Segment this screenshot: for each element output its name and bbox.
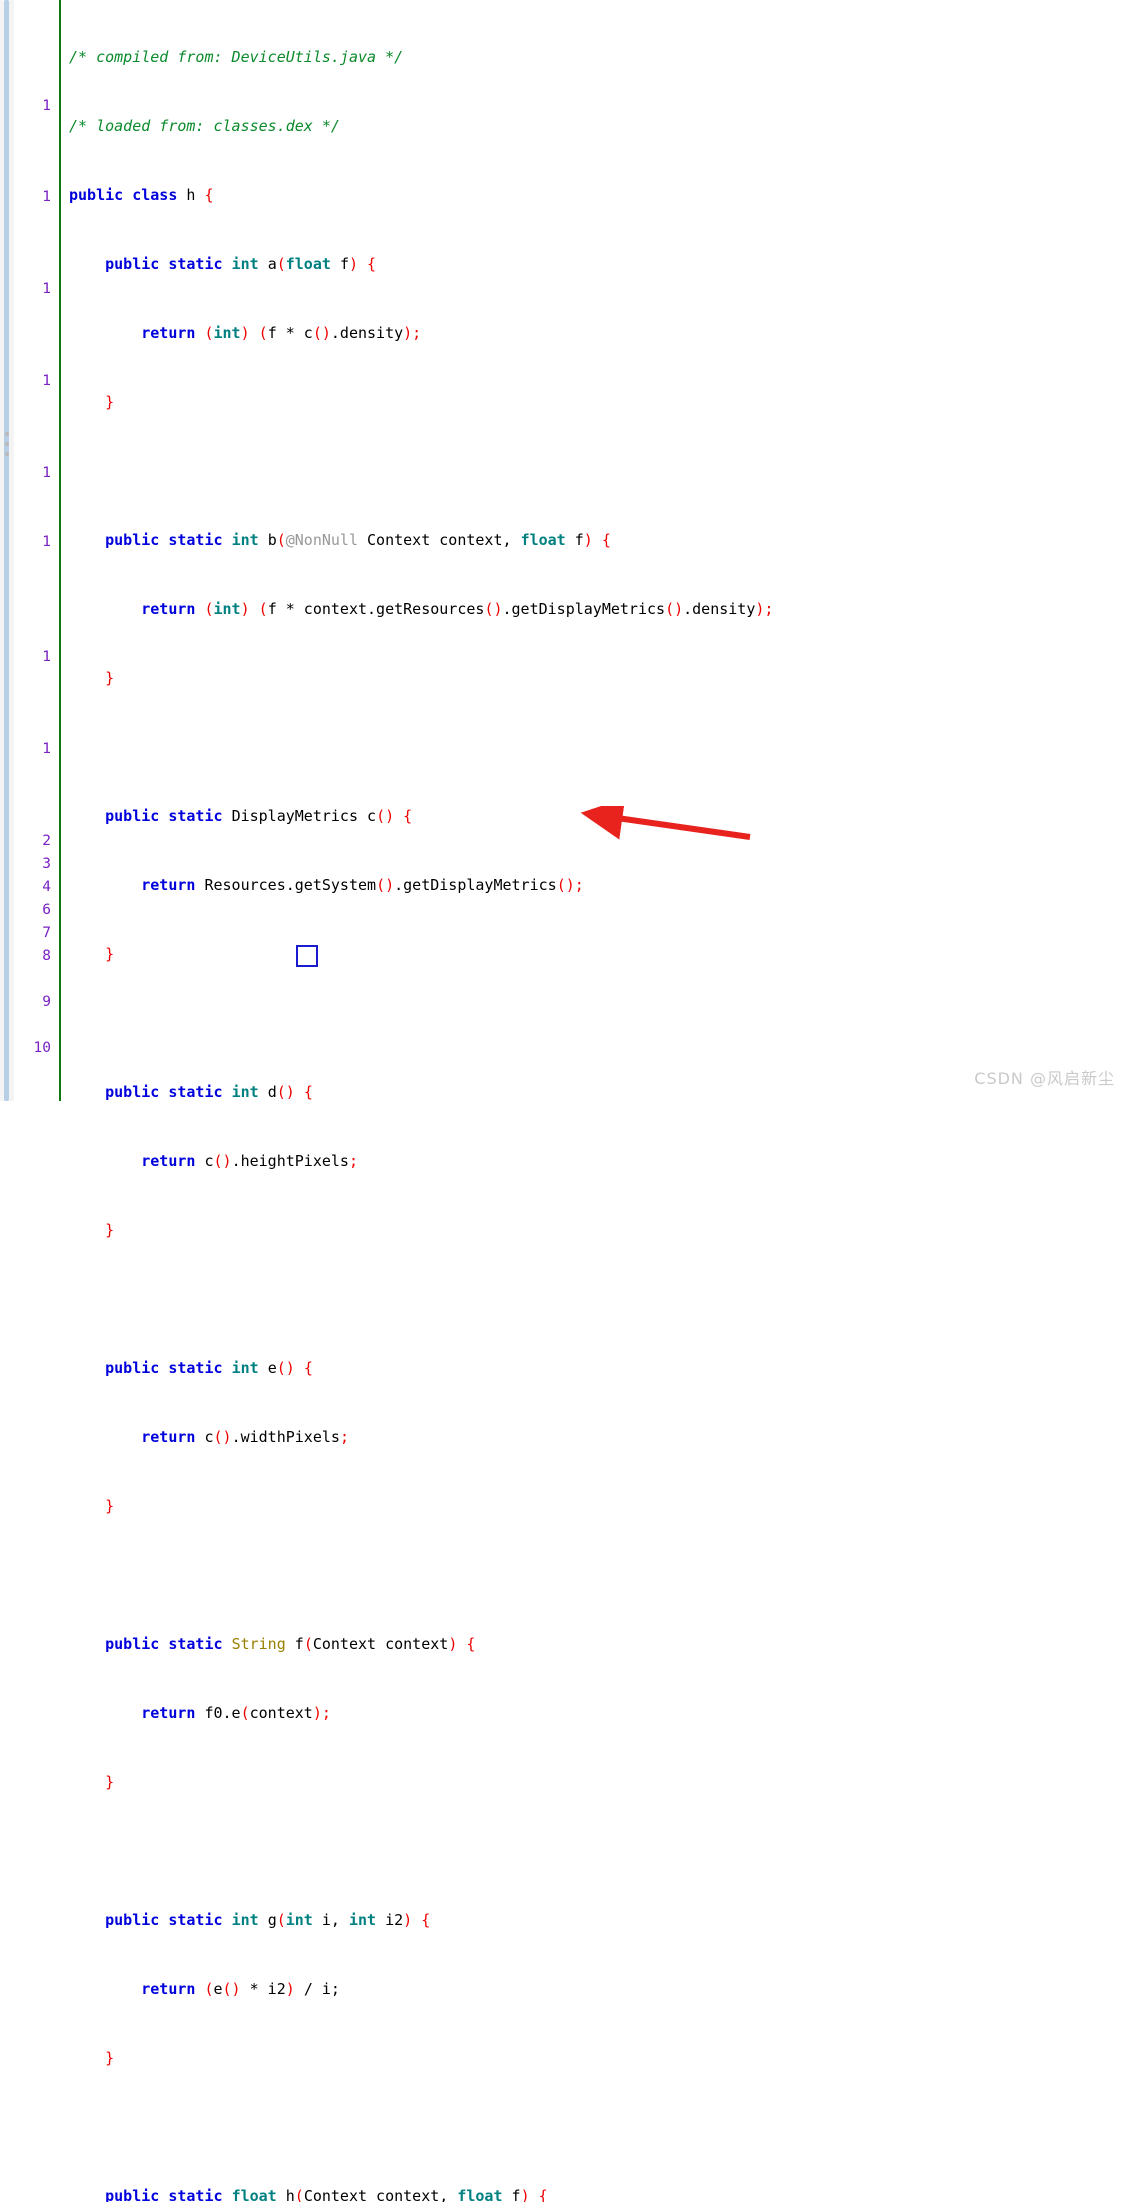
code-line-blank[interactable] (61, 1564, 1129, 1587)
code-line[interactable]: public static String f(Context context) … (61, 1633, 1129, 1656)
code-line[interactable]: } (61, 667, 1129, 690)
csdn-watermark: CSDN @风启新尘 (974, 1069, 1115, 1088)
code-line[interactable]: /* compiled from: DeviceUtils.java */ (61, 46, 1129, 69)
vertical-scrollbar-thumb[interactable] (4, 0, 9, 1101)
line-number: 1 (42, 98, 51, 114)
line-number: 1 (42, 373, 51, 389)
code-line[interactable]: public static int e() { (61, 1357, 1129, 1380)
code-line-blank[interactable] (61, 1012, 1129, 1035)
code-line[interactable]: public static int g(int i, int i2) { (61, 1909, 1129, 1932)
line-number: 1 (42, 534, 51, 550)
line-number: 1 (42, 649, 51, 665)
code-line[interactable]: return Resources.getSystem().getDisplayM… (61, 874, 1129, 897)
code-line-blank[interactable] (61, 736, 1129, 759)
code-line-blank[interactable] (61, 1840, 1129, 1863)
code-comment: /* compiled from: DeviceUtils.java */ (69, 48, 404, 66)
code-comment: /* loaded from: classes.dex */ (69, 117, 340, 135)
code-line[interactable]: } (61, 1771, 1129, 1794)
line-number: 1 (42, 189, 51, 205)
code-line[interactable]: return c().heightPixels; (61, 1150, 1129, 1173)
line-number-gutter[interactable]: 1 1 1 1 1 1 1 1 2 3 4 6 7 8 9 10 (14, 0, 59, 1101)
line-number: 1 (42, 741, 51, 757)
code-line[interactable]: public static float h(Context context, f… (61, 2185, 1129, 2202)
code-line[interactable]: public static int b(@NonNull Context con… (61, 529, 1129, 552)
line-number: 1 (42, 465, 51, 481)
code-line[interactable]: /* loaded from: classes.dex */ (61, 115, 1129, 138)
code-line[interactable]: public class h { (61, 184, 1129, 207)
code-line[interactable]: public static int a(float f) { (61, 253, 1129, 276)
text-cursor-box (296, 945, 318, 967)
code-editor-text-area[interactable]: /* compiled from: DeviceUtils.java */ /*… (61, 0, 1129, 2202)
code-line-blank[interactable] (61, 2116, 1129, 2139)
code-line[interactable]: } (61, 2047, 1129, 2070)
code-line[interactable]: } (61, 1219, 1129, 1242)
handle-dot (5, 432, 9, 436)
line-number: 7 (42, 925, 51, 941)
line-number: 9 (42, 994, 51, 1010)
line-number: 10 (33, 1040, 51, 1056)
code-line[interactable]: return f0.e(context); (61, 1702, 1129, 1725)
line-number: 4 (42, 879, 51, 895)
code-line[interactable]: public static DisplayMetrics c() { (61, 805, 1129, 828)
code-line[interactable]: } (61, 391, 1129, 414)
code-line[interactable]: return c().widthPixels; (61, 1426, 1129, 1449)
code-line[interactable]: return (e() * i2) / i; (61, 1978, 1129, 2001)
line-number: 8 (42, 948, 51, 964)
gutter-drag-handle-icon[interactable] (2, 431, 12, 457)
code-line-blank[interactable] (61, 460, 1129, 483)
code-line[interactable]: return (int) (f * c().density); (61, 322, 1129, 345)
code-line[interactable]: } (61, 943, 1129, 966)
line-number: 1 (42, 281, 51, 297)
line-number: 2 (42, 833, 51, 849)
handle-dot (5, 452, 9, 456)
handle-dot (5, 442, 9, 446)
code-line-blank[interactable] (61, 1288, 1129, 1311)
line-number: 6 (42, 902, 51, 918)
code-line[interactable]: } (61, 1495, 1129, 1518)
line-number: 3 (42, 856, 51, 872)
code-line[interactable]: return (int) (f * context.getResources()… (61, 598, 1129, 621)
